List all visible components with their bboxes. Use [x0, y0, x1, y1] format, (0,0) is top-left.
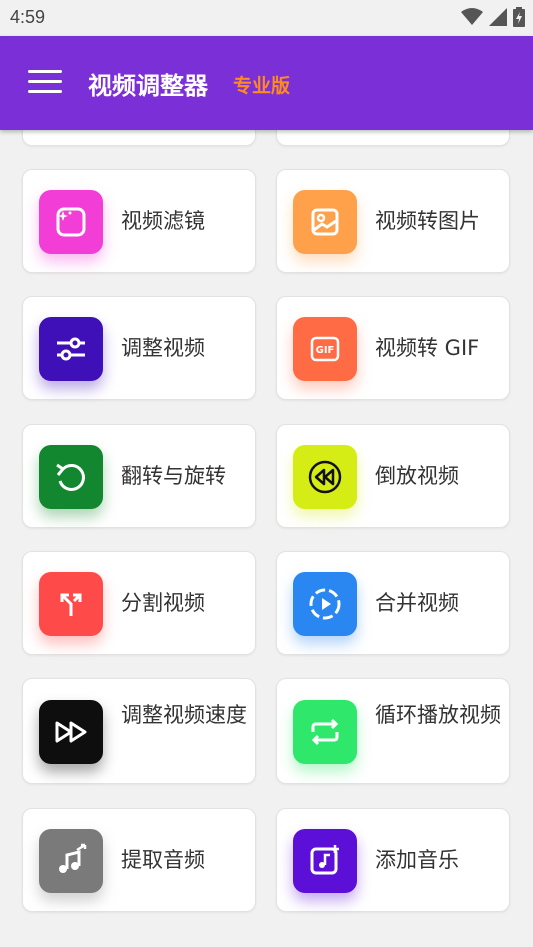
tool-label: 视频滤镜 — [121, 209, 205, 233]
add-music-icon — [293, 829, 357, 893]
tool-card-extract-audio[interactable]: 提取音频 — [22, 808, 256, 912]
signal-icon — [489, 8, 507, 26]
app-subtitle: 专业版 — [233, 75, 291, 97]
tool-label: 分割视频 — [121, 591, 205, 615]
merge-play-icon — [293, 572, 357, 636]
tool-label: 视频转图片 — [375, 209, 480, 233]
tool-card-add-music[interactable]: 添加音乐 — [276, 808, 510, 912]
tool-card-video-filter[interactable]: 视频滤镜 — [22, 169, 256, 273]
tool-card-split-video[interactable]: 分割视频 — [22, 551, 256, 655]
image-icon — [293, 190, 357, 254]
tool-card-video-to-gif[interactable]: GIF 视频转 GIF — [276, 296, 510, 400]
app-bar: 视频调整器 专业版 — [0, 36, 533, 130]
gif-icon: GIF — [293, 317, 357, 381]
rewind-icon — [293, 445, 357, 509]
tool-card-video-to-image[interactable]: 视频转图片 — [276, 169, 510, 273]
sliders-icon — [39, 317, 103, 381]
tool-card-partial[interactable] — [22, 130, 256, 146]
battery-icon — [513, 7, 525, 27]
tool-card-loop-video[interactable]: 循环播放视频 — [276, 678, 510, 784]
split-icon — [39, 572, 103, 636]
tool-label: 倒放视频 — [375, 464, 459, 488]
tools-grid: 视频滤镜 视频转图片 调整视频 GIF 视频转 GIF 翻转与旋转 倒放视频 分… — [0, 130, 533, 947]
tool-card-flip-rotate[interactable]: 翻转与旋转 — [22, 424, 256, 528]
rotate-icon — [39, 445, 103, 509]
status-bar: 4:59 — [0, 0, 533, 36]
tool-label: 调整视频速度 — [121, 703, 247, 727]
status-icons — [461, 7, 525, 27]
hamburger-menu-icon[interactable] — [28, 70, 62, 96]
wifi-icon — [461, 8, 483, 25]
tool-card-adjust-speed[interactable]: 调整视频速度 — [22, 678, 256, 784]
tool-label: 循环播放视频 — [375, 703, 501, 727]
tool-card-partial[interactable] — [276, 130, 510, 146]
tool-label: 翻转与旋转 — [121, 464, 226, 488]
tool-label: 调整视频 — [121, 336, 205, 360]
tool-card-merge-video[interactable]: 合并视频 — [276, 551, 510, 655]
tool-label: 提取音频 — [121, 848, 205, 872]
tool-label: 合并视频 — [375, 591, 459, 615]
svg-text:GIF: GIF — [316, 345, 335, 356]
status-time: 4:59 — [10, 7, 46, 27]
tool-label: 添加音乐 — [375, 848, 459, 872]
tool-card-reverse-video[interactable]: 倒放视频 — [276, 424, 510, 528]
music-extract-icon — [39, 829, 103, 893]
tool-label: 视频转 GIF — [375, 336, 480, 360]
sparkle-frame-icon — [39, 190, 103, 254]
app-title: 视频调整器 — [88, 72, 208, 100]
loop-icon — [293, 700, 357, 764]
fast-forward-icon — [39, 700, 103, 764]
tool-card-adjust-video[interactable]: 调整视频 — [22, 296, 256, 400]
bottom-edge — [0, 932, 533, 947]
